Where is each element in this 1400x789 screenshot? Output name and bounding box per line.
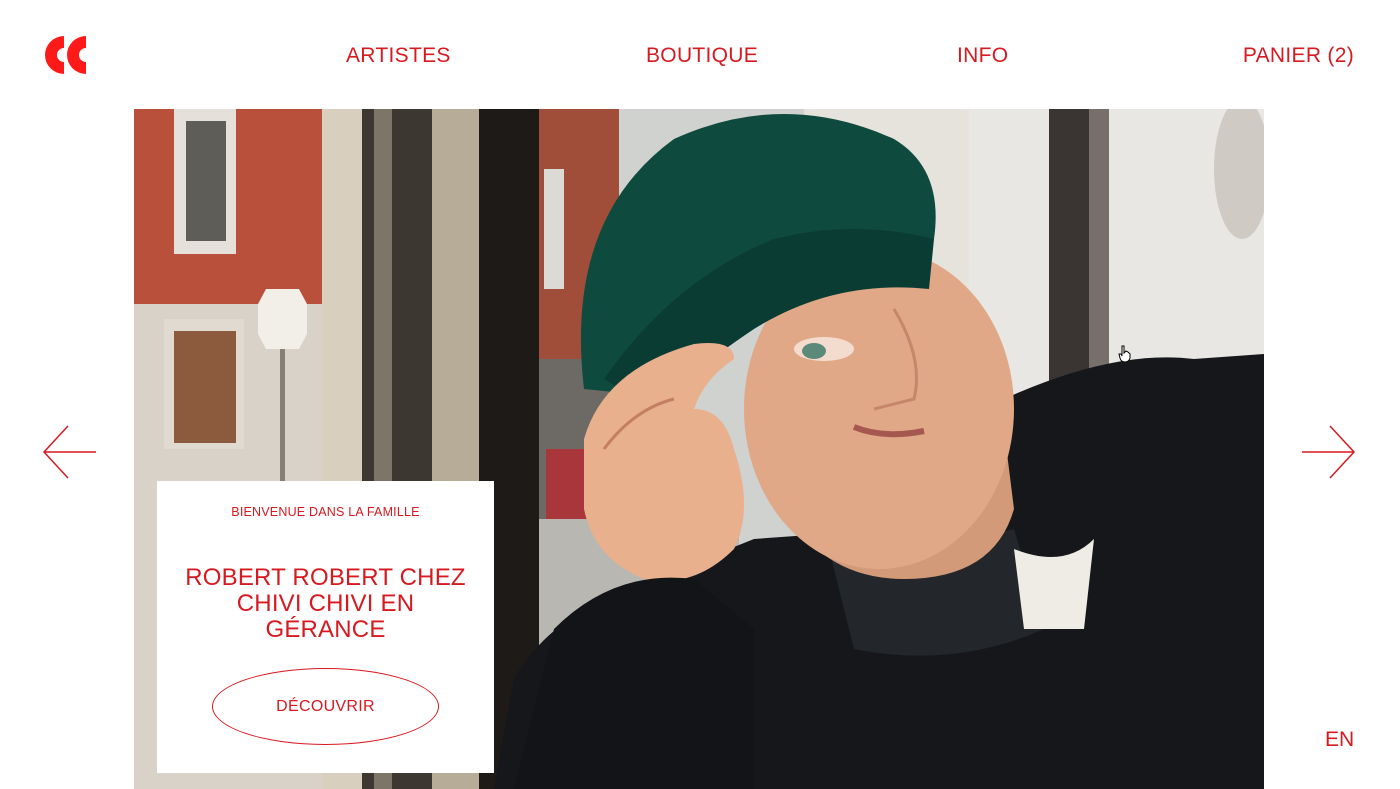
card-title: ROBERT ROBERT CHEZ CHIVI CHIVI EN GÉRANC… (185, 564, 466, 643)
language-switch[interactable]: EN (1325, 728, 1354, 752)
nav-boutique[interactable]: BOUTIQUE (646, 44, 758, 68)
hand-cursor-icon (1117, 345, 1133, 363)
card-eyebrow: BIENVENUE DANS LA FAMILLE (231, 505, 420, 519)
previous-slide-button[interactable] (42, 424, 98, 480)
logo[interactable] (42, 34, 88, 76)
arrow-right-icon (1302, 425, 1356, 479)
nav-info[interactable]: INFO (957, 44, 1008, 68)
feature-card: BIENVENUE DANS LA FAMILLE ROBERT ROBERT … (157, 481, 494, 773)
nav-artistes[interactable]: ARTISTES (346, 44, 451, 68)
double-c-logo-icon (45, 36, 86, 74)
discover-button[interactable]: DÉCOUVRIR (212, 668, 439, 745)
arrow-left-icon (42, 425, 96, 479)
next-slide-button[interactable] (1300, 424, 1356, 480)
nav-cart[interactable]: PANIER (2) (1243, 44, 1354, 68)
